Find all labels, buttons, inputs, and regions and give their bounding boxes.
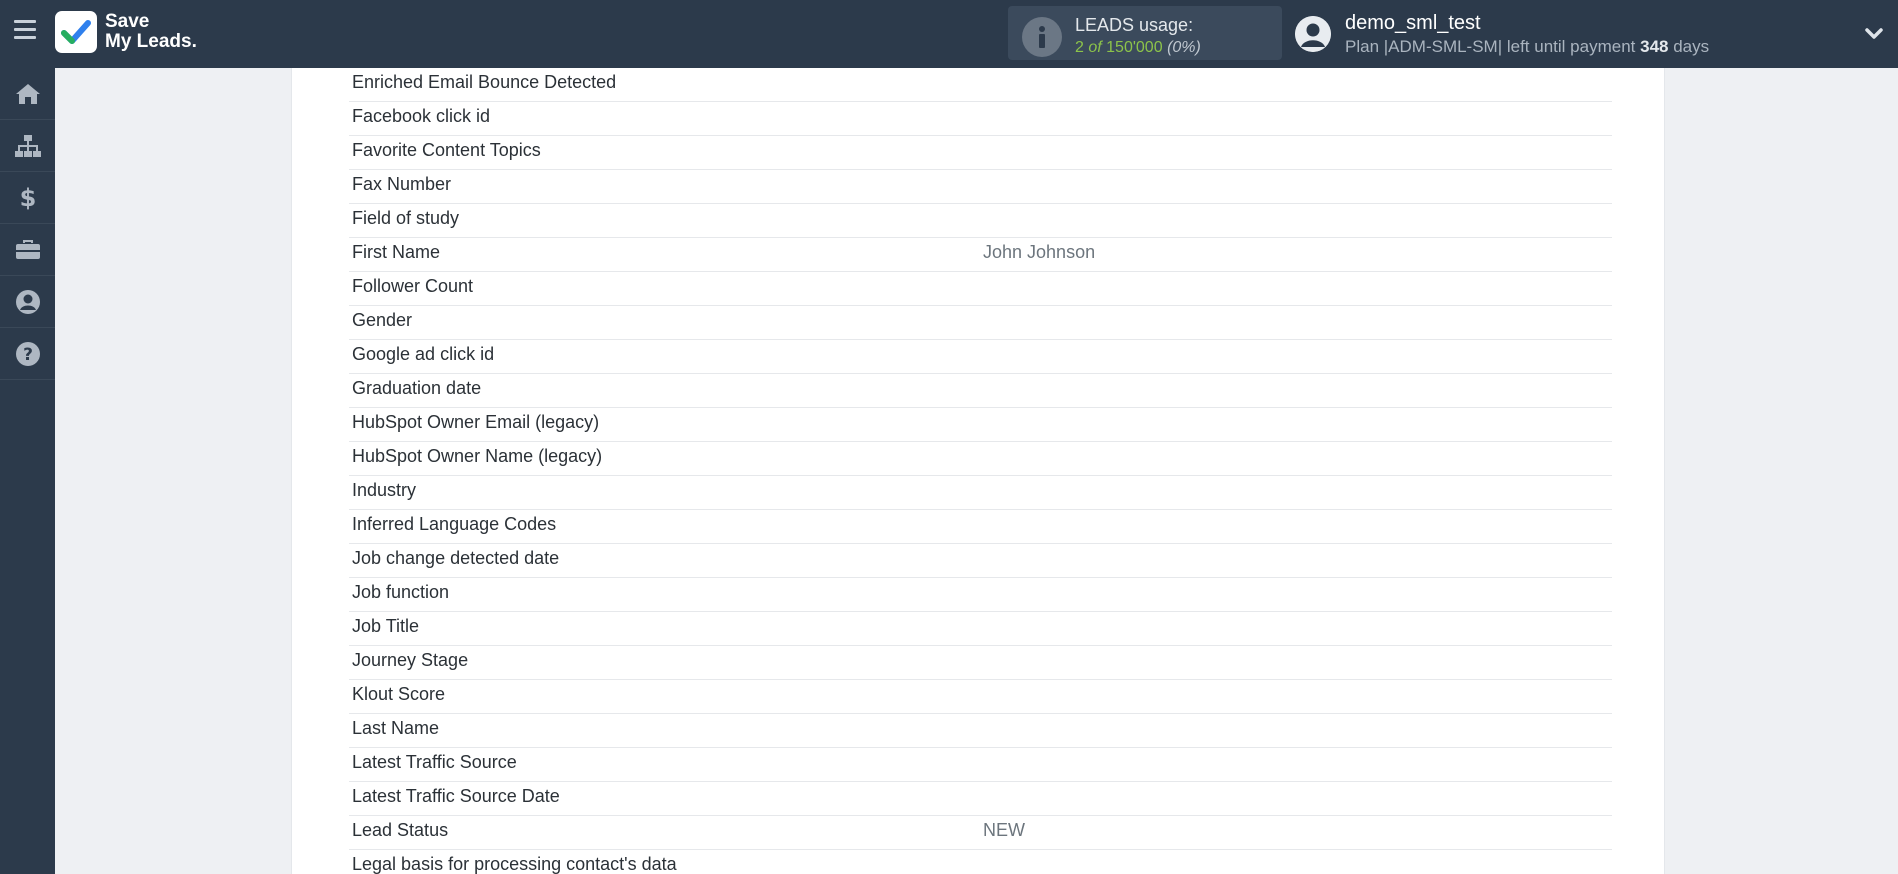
table-row: HubSpot Owner Name (legacy) [349,442,1612,476]
sidebar: $ ? [0,68,55,874]
leads-usage-value: 2 of 150'000 (0%) [1075,39,1201,56]
sidebar-item-home[interactable] [0,68,55,120]
leads-usage-panel: LEADS usage: 2 of 150'000 (0%) [1008,6,1282,60]
table-row: HubSpot Owner Email (legacy) [349,408,1612,442]
field-name: Job function [352,582,450,602]
table-row: Gender [349,306,1612,340]
sidebar-item-billing[interactable]: $ [0,172,55,224]
field-name: Job change detected date [352,548,560,568]
table-row: Follower Count [349,272,1612,306]
field-name: Inferred Language Codes [352,514,557,534]
table-row: Latest Traffic Source [349,748,1612,782]
field-name: Field of study [352,208,460,228]
table-row: Latest Traffic Source Date [349,782,1612,816]
field-name: Industry [352,480,417,500]
leads-usage-label: LEADS usage: [1075,15,1194,35]
field-name: HubSpot Owner Email (legacy) [352,412,600,432]
field-name: Job Title [352,616,420,636]
field-name: Klout Score [352,684,446,704]
table-row: Enriched Email Bounce Detected [349,68,1612,102]
table-row: Klout Score [349,680,1612,714]
field-name: First Name [352,242,441,262]
fields-card: Enriched Email Bounce Detected Facebook … [291,68,1665,874]
table-row: Industry [349,476,1612,510]
field-name: Gender [352,310,413,330]
table-row: Google ad click id [349,340,1612,374]
field-name: Google ad click id [352,344,495,364]
table-row: Lead Status NEW [349,816,1612,850]
table-row: Favorite Content Topics [349,136,1612,170]
table-row: Field of study [349,204,1612,238]
field-value: John Johnson [983,242,1096,262]
table-row: Graduation date [349,374,1612,408]
field-name: Latest Traffic Source Date [352,786,560,806]
field-name: Fax Number [352,174,452,194]
field-name: Enriched Email Bounce Detected [352,72,617,92]
logo-check-icon [55,11,97,53]
table-row: Last Name [349,714,1612,748]
sidebar-item-tools[interactable] [0,224,55,276]
field-name: Follower Count [352,276,474,296]
chevron-down-icon[interactable] [1864,24,1884,44]
table-row: Job function [349,578,1612,612]
briefcase-icon [15,239,40,259]
field-name: Legal basis for processing contact's dat… [352,854,677,874]
table-row: Fax Number [349,170,1612,204]
field-name: Graduation date [352,378,482,398]
table-row: Inferred Language Codes [349,510,1612,544]
field-name: Lead Status [352,820,449,840]
user-circle-icon [15,289,40,314]
avatar-icon [1295,16,1331,52]
sidebar-item-account[interactable] [0,276,55,328]
dollar-icon: $ [19,185,36,211]
field-name: Last Name [352,718,440,738]
field-name: Latest Traffic Source [352,752,517,772]
info-icon[interactable] [1022,17,1062,57]
table-row: Job Title [349,612,1612,646]
table-row: Journey Stage [349,646,1612,680]
field-name: HubSpot Owner Name (legacy) [352,446,603,466]
field-name: Journey Stage [352,650,469,670]
field-name: Favorite Content Topics [352,140,541,160]
svg-text:?: ? [23,345,33,365]
sidebar-item-help[interactable]: ? [0,328,55,380]
top-bar: Save My Leads. LEADS usage: 2 of 150'000… [0,0,1898,68]
logo[interactable]: Save My Leads. [55,11,197,53]
plan-info: Plan |ADM-SML-SM| left until payment 348… [1345,37,1710,56]
sitemap-icon [14,134,41,157]
home-icon [15,83,40,104]
sidebar-item-connections[interactable] [0,120,55,172]
table-row: First Name John Johnson [349,238,1612,272]
table-row: Facebook click id [349,102,1612,136]
question-icon: ? [15,341,40,366]
menu-icon[interactable] [14,20,38,42]
svg-text:$: $ [19,185,36,211]
field-name: Facebook click id [352,106,491,126]
field-value: NEW [983,820,1025,840]
brand-name: Save My Leads. [105,11,197,52]
username: demo_sml_test [1345,12,1481,34]
table-row: Legal basis for processing contact's dat… [349,850,1612,874]
table-row: Job change detected date [349,544,1612,578]
